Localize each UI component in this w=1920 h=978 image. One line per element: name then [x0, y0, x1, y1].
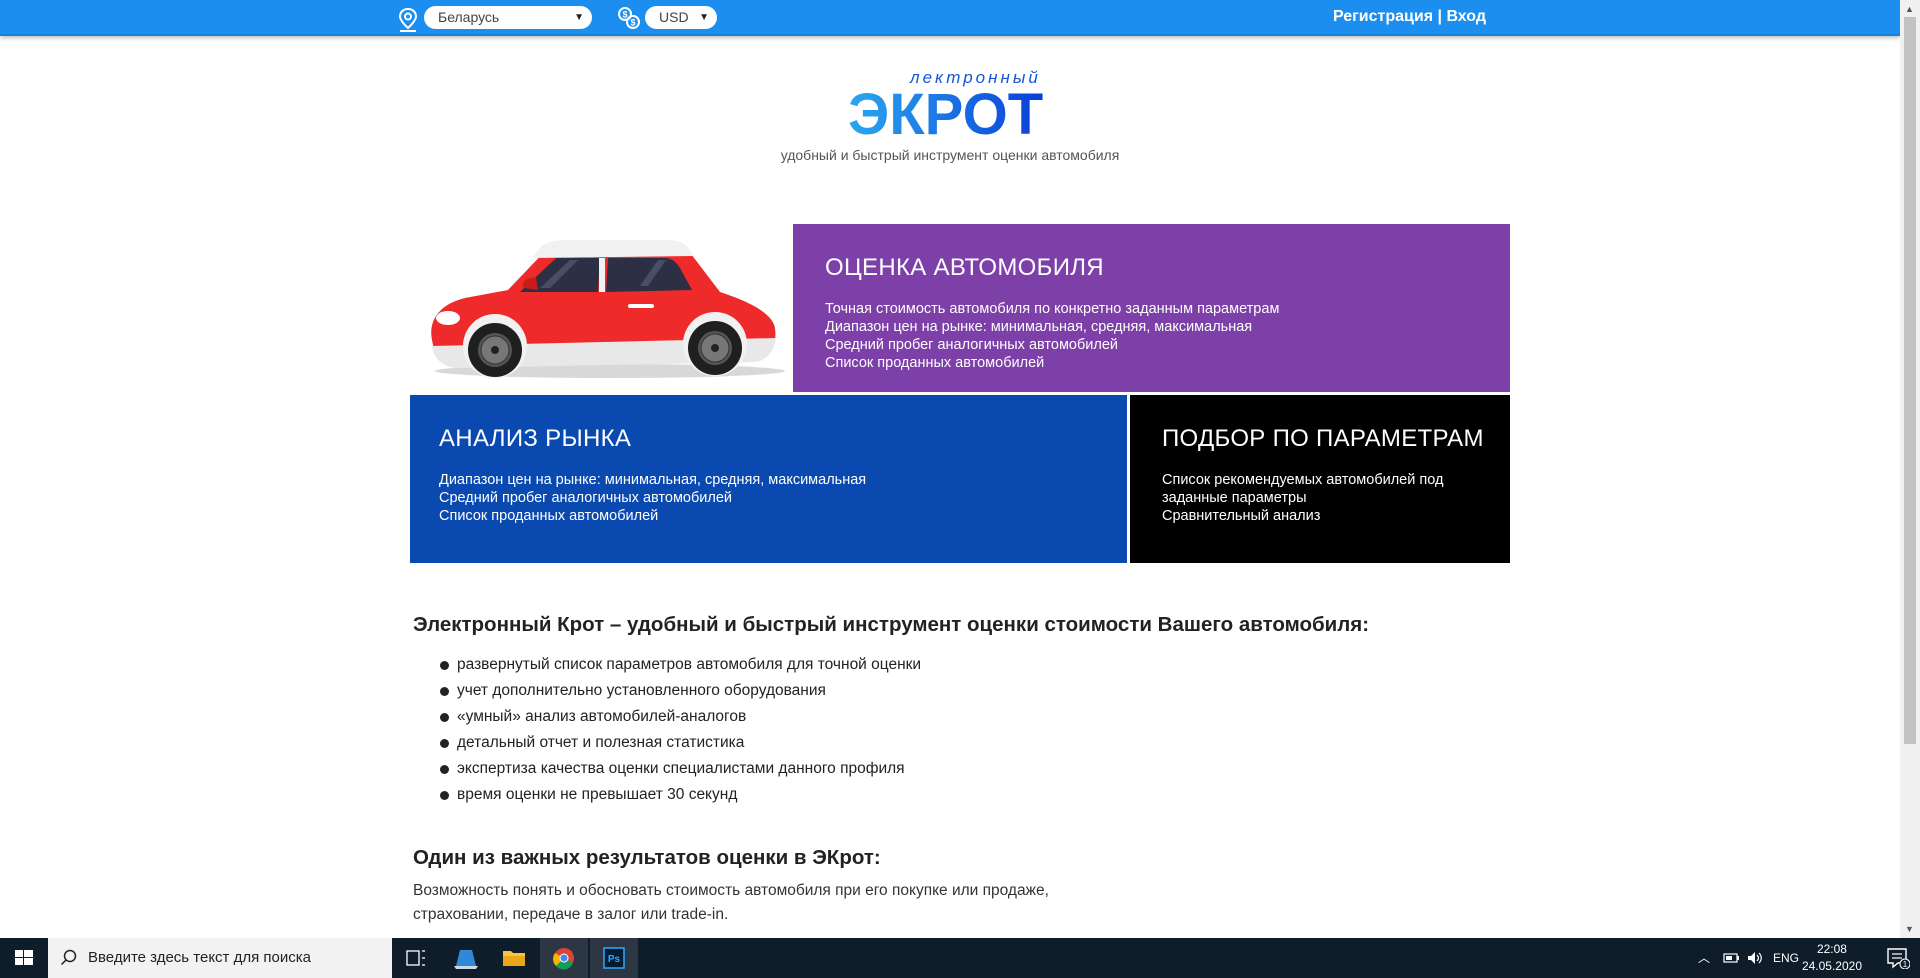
bullet-icon	[440, 765, 449, 774]
photoshop-icon[interactable]: Ps	[590, 938, 638, 978]
country-select-value: Беларусь	[438, 9, 500, 25]
search-placeholder: Введите здесь текст для поиска	[88, 949, 311, 966]
clock-time: 22:08	[1816, 942, 1847, 956]
tile-line: Диапазон цен на рынке: минимальная, сред…	[825, 319, 1253, 335]
taskbar-search-input[interactable]: Введите здесь текст для поиска	[48, 938, 392, 978]
list-item-text: учет дополнительно установленного оборуд…	[457, 682, 826, 699]
clock-date: 24.05.2020	[1801, 959, 1862, 973]
tile-title: ОЦЕНКА АВТОМОБИЛЯ	[825, 254, 1104, 281]
tile-parameter-search[interactable]: ПОДБОР ПО ПАРАМЕТРАМ Список рекомендуемы…	[1130, 395, 1510, 563]
chrome-icon[interactable]	[540, 938, 588, 978]
tile-line: Средний пробег аналогичных автомобилей	[825, 337, 1119, 353]
laptop-app-icon[interactable]	[442, 938, 490, 978]
windows-start-icon[interactable]	[0, 938, 48, 978]
svg-text:$: $	[630, 18, 635, 28]
section-heading: Электронный Крот – удобный и быстрый инс…	[413, 613, 1370, 636]
list-item: экспертиза качества оценки специалистами…	[440, 756, 921, 782]
svg-text:Ps: Ps	[608, 954, 621, 965]
auth-links: Регистрация | Вход	[1333, 8, 1486, 26]
language-indicator[interactable]: ENG	[1773, 938, 1799, 978]
tile-market-analysis[interactable]: АНАЛИЗ РЫНКА Диапазон цен на рынке: мини…	[410, 395, 1127, 563]
tile-car-valuation[interactable]: ОЦЕНКА АВТОМОБИЛЯ Точная стоимость автом…	[793, 224, 1510, 392]
currency-select-value: USD	[659, 9, 689, 25]
list-item: время оценки не превышает 30 секунд	[440, 782, 921, 808]
scrollbar-thumb[interactable]	[1904, 17, 1916, 744]
list-item-text: экспертиза качества оценки специалистами…	[457, 760, 905, 777]
bullet-icon	[440, 687, 449, 696]
bullet-icon	[440, 713, 449, 722]
list-item-text: детальный отчет и полезная статистика	[457, 734, 745, 751]
bullet-icon	[440, 661, 449, 670]
svg-text:$: $	[622, 10, 627, 20]
tile-line: Диапазон цен на рынке: минимальная, сред…	[439, 472, 867, 488]
tile-line: Список проданных автомобилей	[825, 355, 1045, 371]
logo-big-text: ЭКРОТ	[848, 82, 1043, 138]
tile-line: Список проданных автомобилей	[439, 508, 659, 524]
search-icon	[60, 949, 77, 966]
system-clock[interactable]: 22:08 24.05.2020	[1802, 941, 1862, 975]
notification-center-icon[interactable]: 1	[1886, 947, 1910, 969]
tile-title: ПОДБОР ПО ПАРАМЕТРАМ	[1162, 425, 1484, 452]
page-scrollbar[interactable]: ▲ ▼	[1900, 0, 1920, 938]
currency-select[interactable]: USD ▼	[645, 6, 717, 29]
tile-title: АНАЛИЗ РЫНКА	[439, 425, 632, 452]
scroll-up-icon[interactable]: ▲	[1905, 4, 1914, 14]
list-item: учет дополнительно установленного оборуд…	[440, 678, 921, 704]
car-illustration	[431, 240, 785, 378]
list-item-text: «умный» анализ автомобилей-аналогов	[457, 708, 747, 725]
currency-exchange-icon: $ $	[618, 7, 640, 29]
chevron-down-icon: ▼	[699, 12, 709, 23]
windows-taskbar: Введите здесь текст для поиска Ps ︿ ENG	[0, 938, 1920, 978]
list-item: развернутый список параметров автомобиля…	[440, 652, 921, 678]
features-list: развернутый список параметров автомобиля…	[440, 652, 921, 808]
register-link[interactable]: Регистрация	[1333, 8, 1433, 25]
bullet-icon	[440, 791, 449, 800]
paragraph-line: Возможность понять и обосновать стоимост…	[413, 882, 1049, 899]
auth-separator: |	[1433, 8, 1447, 25]
results-paragraph: Возможность понять и обосновать стоимост…	[413, 879, 1133, 927]
tile-line: Сравнительный анализ	[1162, 508, 1321, 524]
list-item: «умный» анализ автомобилей-аналогов	[440, 704, 921, 730]
show-hidden-icons-icon[interactable]: ︿	[1698, 938, 1710, 978]
tile-line: Точная стоимость автомобиля по конкретно…	[825, 301, 1280, 317]
location-pin-icon	[398, 7, 418, 32]
top-bar: Беларусь ▼ $ $ USD ▼ Регистрация | Вход	[0, 0, 1900, 36]
logo-tagline: удобный и быстрый инструмент оценки авто…	[780, 147, 1120, 163]
tile-line: Список рекомендуемых автомобилей под	[1162, 472, 1444, 488]
results-heading: Один из важных результатов оценки в ЭКро…	[413, 846, 881, 869]
login-link[interactable]: Вход	[1446, 8, 1486, 25]
battery-icon[interactable]	[1722, 950, 1740, 966]
country-select[interactable]: Беларусь ▼	[424, 6, 592, 29]
volume-icon[interactable]	[1746, 950, 1764, 966]
list-item-text: развернутый список параметров автомобиля…	[457, 656, 922, 673]
scroll-down-icon[interactable]: ▼	[1905, 924, 1914, 934]
task-view-icon[interactable]	[392, 938, 440, 978]
tile-line: заданные параметры	[1162, 490, 1307, 506]
bullet-icon	[440, 739, 449, 748]
list-item-text: время оценки не превышает 30 секунд	[457, 786, 738, 803]
tile-line: Средний пробег аналогичных автомобилей	[439, 490, 733, 506]
chevron-down-icon: ▼	[574, 12, 584, 23]
list-item: детальный отчет и полезная статистика	[440, 730, 921, 756]
notification-count: 1	[1903, 960, 1908, 969]
file-explorer-icon[interactable]	[490, 938, 538, 978]
site-logo[interactable]: лектронный ЭКРОТ	[848, 66, 1058, 138]
paragraph-line: страховании, передаче в залог или trade-…	[413, 906, 729, 923]
